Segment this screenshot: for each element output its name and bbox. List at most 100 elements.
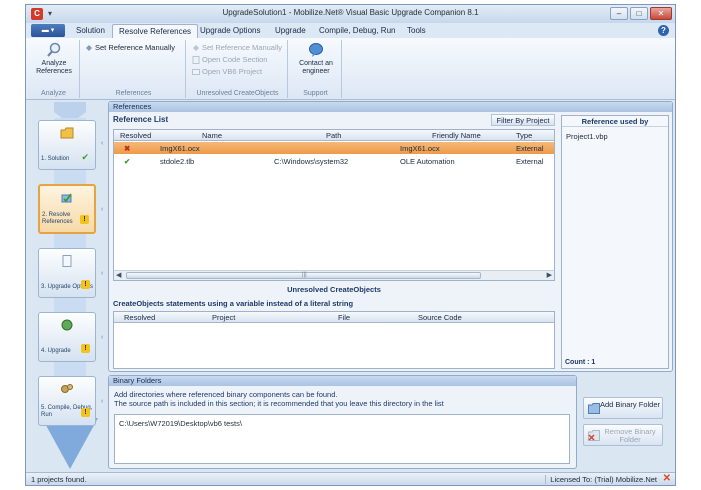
unresolved-createobjects-grid: Resolved Project File Source Code bbox=[113, 311, 555, 369]
unresolved-createobjects-description: CreateObjects statements using a variabl… bbox=[113, 299, 354, 308]
window-title: UpgradeSolution1 - Mobilize.Net® Visual … bbox=[222, 8, 479, 17]
maximize-button[interactable]: □ bbox=[630, 7, 648, 20]
table-row[interactable]: ✖ ImgX61.ocx ImgX61.ocx External bbox=[114, 142, 554, 154]
step-label: 4. Upgrade bbox=[41, 348, 71, 354]
open-code-section-label: Open Code Section bbox=[202, 55, 268, 64]
chat-bubble-icon bbox=[309, 43, 323, 57]
description-line: The source path is included in this sect… bbox=[114, 399, 444, 408]
folder-icon bbox=[60, 127, 74, 139]
add-binary-folder-label: Add Binary Folder bbox=[599, 400, 661, 409]
set-reference-icon bbox=[193, 45, 199, 51]
warning-icon: ! bbox=[81, 280, 90, 289]
cell-path: C:\Windows\system32 bbox=[274, 157, 349, 166]
tab-upgrade[interactable]: Upgrade bbox=[269, 24, 312, 38]
workflow-step-resolve-references[interactable]: 2. Resolve References ! bbox=[38, 184, 96, 234]
magnifier-icon bbox=[47, 42, 61, 57]
code-file-icon bbox=[192, 56, 200, 64]
application-menu-icon: ▬ bbox=[41, 27, 49, 34]
tab-compile-debug-run[interactable]: Compile, Debug, Run bbox=[313, 24, 401, 38]
reference-list-title: Reference List bbox=[113, 115, 169, 124]
description-line: Add directories where referenced binary … bbox=[114, 390, 338, 399]
warning-icon: ! bbox=[81, 408, 90, 417]
column-header-resolved[interactable]: Resolved bbox=[124, 313, 155, 322]
filter-by-project-button[interactable]: Filter By Project bbox=[491, 114, 555, 126]
column-header-path[interactable]: Path bbox=[326, 131, 341, 140]
workflow-step-solution[interactable]: 1. Solution ✔ bbox=[38, 120, 96, 170]
analyze-references-button[interactable]: Analyze References bbox=[32, 42, 76, 76]
tab-tools[interactable]: Tools bbox=[401, 24, 432, 38]
step-expander-icon[interactable]: ‹ bbox=[101, 140, 103, 147]
workflow-step-upgrade[interactable]: 4. Upgrade ! bbox=[38, 312, 96, 362]
tab-upgrade-options[interactable]: Upgrade Options bbox=[194, 24, 266, 38]
cell-name: stdole2.tlb bbox=[160, 157, 195, 166]
help-icon[interactable]: ? bbox=[658, 25, 669, 36]
scroll-left-icon[interactable]: ◀ bbox=[116, 271, 121, 279]
set-reference-label: Set Reference Manually bbox=[202, 43, 283, 52]
list-item[interactable]: Project1.vbp bbox=[566, 132, 608, 141]
application-menu-button[interactable]: ▬ ▾ bbox=[31, 24, 65, 37]
close-x-icon[interactable]: ✕ bbox=[663, 473, 671, 484]
ribbon-group-label: References bbox=[115, 90, 152, 97]
table-row[interactable]: ✔ stdole2.tlb C:\Windows\system32 OLE Au… bbox=[114, 155, 554, 167]
column-header-resolved[interactable]: Resolved bbox=[120, 131, 151, 140]
document-icon bbox=[62, 255, 72, 267]
reference-used-by-title: Reference used by bbox=[562, 116, 668, 127]
warning-icon: ! bbox=[80, 215, 89, 224]
gears-icon bbox=[61, 384, 73, 393]
panel-title: References bbox=[109, 102, 672, 112]
cell-type: External bbox=[516, 157, 544, 166]
open-vb6-project-label: Open VB6 Project bbox=[202, 67, 263, 76]
ribbon-group-analyze: Analyze References Analyze bbox=[28, 40, 80, 98]
add-folder-icon bbox=[588, 403, 600, 414]
upgrade-globe-icon bbox=[61, 319, 73, 331]
column-header-type[interactable]: Type bbox=[516, 131, 532, 140]
vb6-project-icon bbox=[192, 69, 200, 75]
column-header-friendly-name[interactable]: Friendly Name bbox=[432, 131, 481, 140]
add-binary-folder-button[interactable]: Add Binary Folder bbox=[583, 397, 663, 419]
step-expander-icon[interactable]: ‹ bbox=[101, 334, 103, 341]
step-expander-icon[interactable]: ‹ bbox=[101, 398, 103, 405]
panel-title: Binary Folders bbox=[109, 376, 576, 386]
tab-solution[interactable]: Solution bbox=[70, 24, 111, 38]
reference-used-by-panel: Reference used by Project1.vbp Count : 1 bbox=[561, 115, 669, 369]
open-code-section-button[interactable]: Open Code Section bbox=[192, 55, 267, 65]
analyze-references-label: Analyze References bbox=[36, 60, 72, 75]
grid-header: Resolved Project File Source Code bbox=[114, 312, 554, 323]
title-bar: C ▾ UpgradeSolution1 - Mobilize.Net® Vis… bbox=[26, 5, 675, 23]
column-header-source-code[interactable]: Source Code bbox=[418, 313, 462, 322]
references-panel: References Reference List Filter By Proj… bbox=[108, 101, 673, 372]
step-expander-icon[interactable]: ‹ bbox=[101, 206, 103, 213]
step-label: 1. Solution bbox=[41, 156, 70, 162]
workflow-step-upgrade-options[interactable]: 3. Upgrade Options ! bbox=[38, 248, 96, 298]
binary-folders-description: Add directories where referenced binary … bbox=[114, 390, 444, 408]
contact-engineer-label: Contact an engineer bbox=[299, 60, 333, 75]
open-vb6-project-button[interactable]: Open VB6 Project bbox=[192, 67, 262, 77]
scroll-right-icon[interactable]: ▶ bbox=[547, 271, 552, 279]
remove-binary-folder-button[interactable]: Remove Binary Folder bbox=[583, 424, 663, 446]
unresolved-createobjects-title: Unresolved CreateObjects bbox=[287, 285, 381, 294]
tab-resolve-references[interactable]: Resolve References bbox=[112, 24, 199, 38]
ribbon-group-label: Analyze bbox=[41, 90, 66, 97]
window-controls: – □ ✕ bbox=[610, 7, 672, 20]
workflow-sidebar: 1. Solution ✔ 2. Resolve References ! 3.… bbox=[30, 102, 104, 469]
list-item[interactable]: C:\Users\W72019\Desktop\vb6 tests\ bbox=[119, 419, 242, 428]
binary-folders-list: C:\Users\W72019\Desktop\vb6 tests\ bbox=[114, 414, 570, 464]
binary-folders-panel: Binary Folders Add directories where ref… bbox=[108, 375, 577, 469]
puzzle-check-icon bbox=[61, 193, 72, 203]
close-button[interactable]: ✕ bbox=[650, 7, 672, 20]
count-label: Count : 1 bbox=[565, 359, 596, 366]
ribbon-group-unresolved: Set Reference Manually Open Code Section… bbox=[188, 40, 288, 98]
license-text: Licensed To: (Trial) Mobilize.Net bbox=[545, 475, 657, 484]
contact-engineer-button[interactable]: Contact an engineer bbox=[294, 42, 338, 76]
minimize-button[interactable]: – bbox=[610, 7, 628, 20]
horizontal-scrollbar[interactable]: ◀ ||| ▶ bbox=[114, 270, 554, 280]
set-reference-manually-button[interactable]: Set Reference Manually bbox=[85, 43, 175, 53]
set-reference-manually-disabled-button[interactable]: Set Reference Manually bbox=[192, 43, 282, 53]
workflow-step-compile-debug-run[interactable]: 5. Compile, Debug, Run ! bbox=[38, 376, 96, 426]
column-header-project[interactable]: Project bbox=[212, 313, 235, 322]
scrollbar-thumb[interactable]: ||| bbox=[126, 272, 481, 279]
column-header-file[interactable]: File bbox=[338, 313, 350, 322]
chevron-down-icon: ▾ bbox=[50, 27, 55, 34]
step-expander-icon[interactable]: ‹ bbox=[101, 270, 103, 277]
column-header-name[interactable]: Name bbox=[202, 131, 222, 140]
